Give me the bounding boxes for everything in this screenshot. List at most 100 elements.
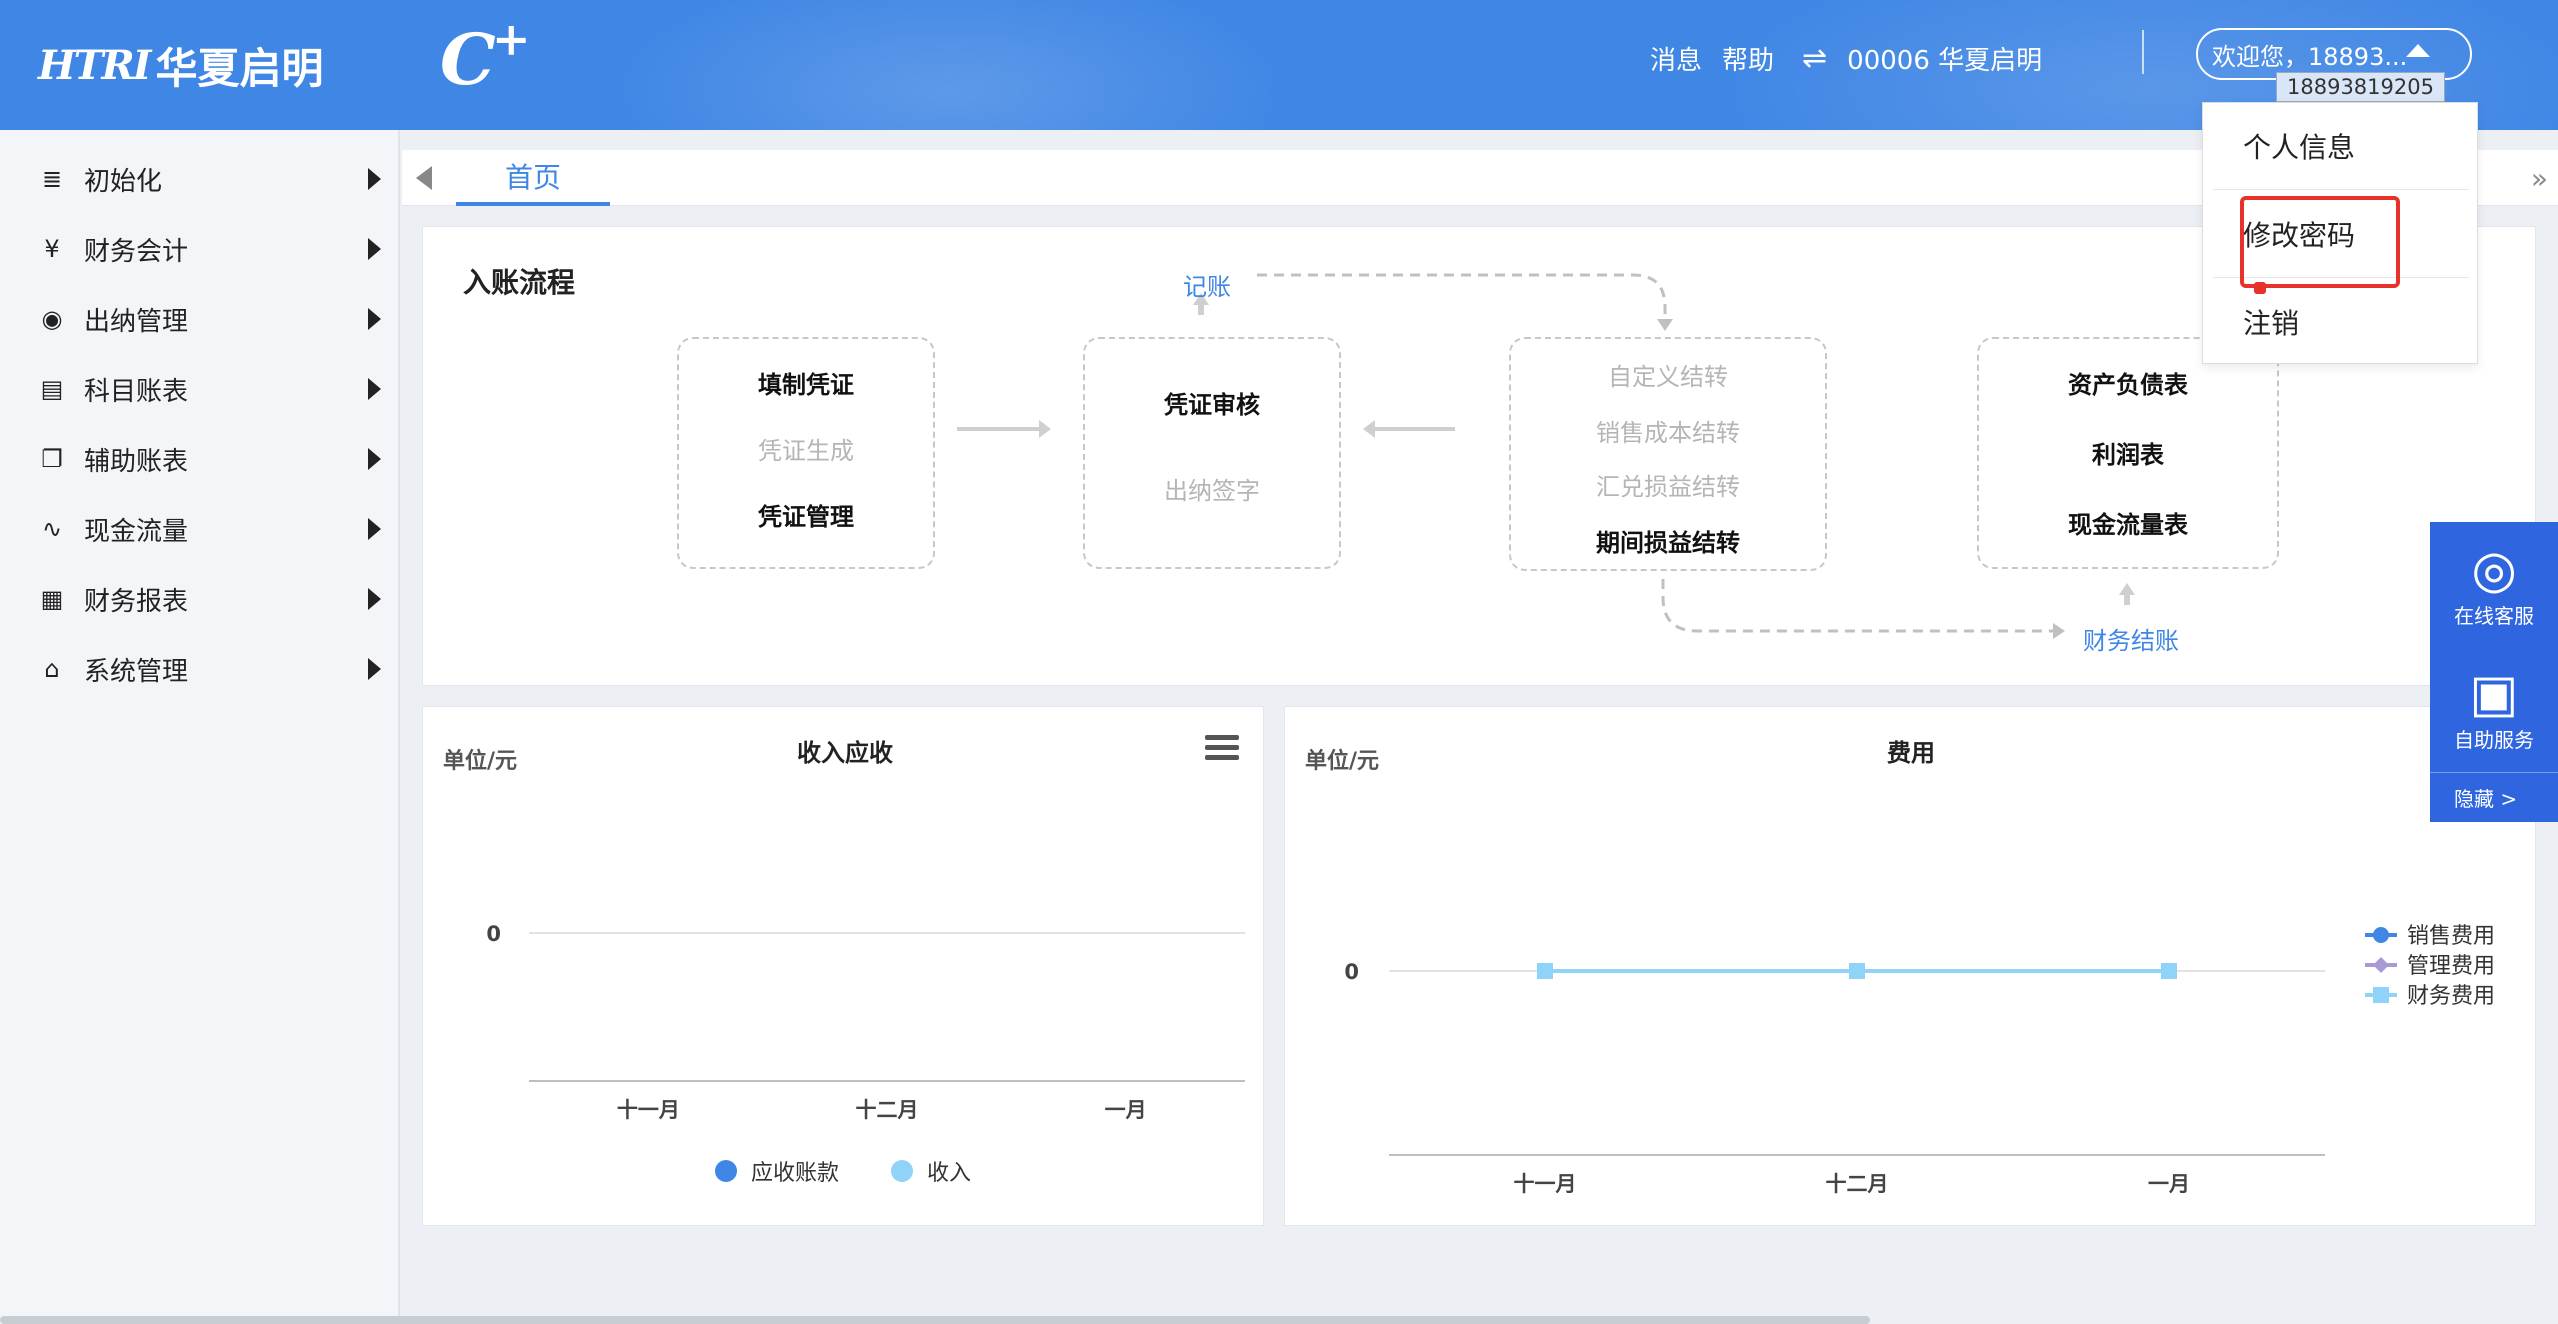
data-point[interactable] — [1849, 963, 1865, 979]
caret-right-icon — [368, 448, 381, 470]
x-tick-label: 十二月 — [856, 1098, 919, 1122]
sidebar-item-aux-ledgers[interactable]: ❐ 辅助账表 — [0, 424, 400, 494]
switch-account-icon[interactable]: ⇌ — [1802, 41, 1827, 76]
caret-up-icon — [2406, 44, 2430, 57]
logout-menu-item[interactable]: 注销 — [2203, 279, 2477, 365]
header-links: 消息 帮助 ⇌ 00006 华夏启明 — [1650, 40, 2062, 77]
header-divider — [2142, 30, 2144, 74]
sidebar-item-ledgers[interactable]: ▤ 科目账表 — [0, 354, 400, 424]
arrow-left-icon — [1363, 420, 1455, 438]
close-period-link[interactable]: 财务结账 — [2083, 621, 2179, 656]
sidebar-item-cashier[interactable]: ◉ 出纳管理 — [0, 284, 400, 354]
y-tick-label: 0 — [1344, 960, 1359, 984]
caret-right-icon — [368, 168, 381, 190]
caret-right-icon — [368, 658, 381, 680]
highlight-annotation — [2240, 196, 2400, 288]
sidebar-item-label: 财务会计 — [84, 236, 189, 267]
income-statement-link[interactable]: 利润表 — [1979, 435, 2277, 470]
sidebar-item-system[interactable]: ⌂ 系统管理 — [0, 634, 400, 704]
service-float-panel: ◎ 在线客服 ▣ 自助服务 隐藏 > — [2430, 522, 2558, 822]
header-decoration — [600, 0, 1300, 130]
cashier-sign-link[interactable]: 出纳签字 — [1085, 471, 1339, 506]
caret-right-icon — [368, 518, 381, 540]
legend-item-income[interactable]: 收入 — [891, 1155, 971, 1187]
cashier-icon: ◉ — [41, 305, 63, 333]
logo-mark: HTRI — [38, 41, 152, 89]
generate-voucher-link[interactable]: 凭证生成 — [679, 431, 933, 466]
x-tick-label: 一月 — [1105, 1098, 1147, 1122]
online-service-button[interactable]: ◎ 在线客服 — [2430, 540, 2558, 629]
sidebar-item-label: 科目账表 — [84, 376, 189, 407]
sidebar-item-label: 财务报表 — [84, 586, 189, 617]
copy-icon: ❐ — [41, 445, 63, 473]
document-icon: ▤ — [40, 375, 64, 403]
cashflow-statement-link[interactable]: 现金流量表 — [1979, 505, 2277, 540]
self-service-button[interactable]: ▣ 自助服务 — [2430, 664, 2558, 753]
sidebar-item-label: 现金流量 — [84, 516, 189, 547]
chart-plot-area: 0 十一月 十二月 一月 销售费用管理费用财务费用 — [1344, 924, 2495, 1196]
manage-voucher-link[interactable]: 凭证管理 — [679, 497, 933, 532]
reports-box: 资产负债表 利润表 现金流量表 — [1977, 337, 2279, 569]
tab-home[interactable]: 首页 — [456, 150, 610, 206]
caret-right-icon — [368, 588, 381, 610]
horizontal-scrollbar[interactable] — [0, 1316, 1870, 1324]
fill-voucher-link[interactable]: 填制凭证 — [679, 365, 933, 400]
data-point[interactable] — [2161, 963, 2177, 979]
sidebar-item-init[interactable]: ≣ 初始化 — [0, 144, 400, 214]
sales-cost-carryover-link[interactable]: 销售成本结转 — [1511, 413, 1825, 448]
voucher-review-box: 凭证审核 出纳签字 — [1083, 337, 1341, 569]
sidebar-item-label: 辅助账表 — [84, 446, 189, 477]
x-tick-label: 十二月 — [1826, 1172, 1889, 1196]
caret-right-icon — [368, 378, 381, 400]
legend-marker — [2373, 957, 2389, 973]
period-pl-carryover-link[interactable]: 期间损益结转 — [1511, 523, 1825, 558]
legend-label[interactable]: 财务费用 — [2407, 984, 2495, 1009]
brand-logo: HTRI 华夏启明 — [38, 30, 324, 100]
sidebar-item-accounting[interactable]: ¥ 财务会计 — [0, 214, 400, 284]
caret-right-icon — [368, 238, 381, 260]
carryover-box: 自定义结转 销售成本结转 汇兑损益结转 期间损益结转 — [1509, 337, 1827, 571]
x-tick-label: 十一月 — [617, 1098, 680, 1122]
review-voucher-link[interactable]: 凭证审核 — [1085, 385, 1339, 420]
calculator-icon: ▦ — [40, 585, 64, 613]
voucher-entry-box: 填制凭证 凭证生成 凭证管理 — [677, 337, 935, 569]
legend-label[interactable]: 管理费用 — [2407, 954, 2495, 979]
legend-dot — [891, 1160, 913, 1182]
hide-float-button[interactable]: 隐藏 > — [2430, 772, 2558, 822]
menu-divider — [2213, 189, 2469, 190]
yen-icon: ¥ — [44, 235, 60, 263]
sidebar-item-reports[interactable]: ▦ 财务报表 — [0, 564, 400, 634]
expense-chart-panel: 单位/元 费用 0 十一月 十二月 一月 销售费用 管理费用 财务费用 — [1284, 706, 2536, 1226]
messages-link[interactable]: 消息 — [1650, 40, 1702, 77]
flow-icon: ∿ — [41, 515, 63, 543]
tab-scroll-left-icon[interactable] — [416, 166, 432, 190]
legend-dot — [715, 1160, 737, 1182]
balance-sheet-link[interactable]: 资产负债表 — [1979, 365, 2277, 400]
monitor-icon: ▣ — [2469, 664, 2519, 724]
logo-name: 华夏启明 — [155, 43, 324, 93]
x-tick-label: 一月 — [2148, 1172, 2190, 1196]
legend-marker — [2373, 927, 2389, 943]
sidebar-item-cashflow[interactable]: ∿ 现金流量 — [0, 494, 400, 564]
fx-carryover-link[interactable]: 汇兑损益结转 — [1511, 467, 1825, 502]
legend-item-receivable[interactable]: 应收账款 — [715, 1155, 839, 1187]
home-icon: ⌂ — [44, 655, 60, 683]
income-receivable-chart-panel: 单位/元 收入应收 0 十一月 十二月 一月 应收账款 收入 — [422, 706, 1264, 1226]
caret-right-icon — [368, 308, 381, 330]
help-link[interactable]: 帮助 — [1722, 40, 1774, 77]
profile-menu-item[interactable]: 个人信息 — [2203, 103, 2477, 189]
custom-carryover-link[interactable]: 自定义结转 — [1511, 357, 1825, 392]
top-header: HTRI 华夏启明 C + 消息 帮助 ⇌ 00006 华夏启明 欢迎您，188… — [0, 0, 2558, 130]
arrow-right-icon — [957, 420, 1051, 438]
chart-plot-area: 0 十一月 十二月 一月 — [486, 922, 1245, 1122]
record-link[interactable]: 记账 — [1183, 267, 1231, 302]
tab-scroll-right-icon[interactable]: » — [2531, 162, 2548, 195]
headset-icon: ◎ — [2471, 540, 2517, 600]
cplus-logo: C + — [440, 12, 531, 101]
data-point[interactable] — [1537, 963, 1553, 979]
sidebar-item-label: 出纳管理 — [84, 306, 189, 337]
legend-label[interactable]: 销售费用 — [2407, 924, 2495, 949]
self-service-label: 自助服务 — [2454, 728, 2534, 752]
sidebar-item-label: 系统管理 — [84, 656, 189, 687]
sidebar: ≣ 初始化 ¥ 财务会计 ◉ 出纳管理 ▤ 科目账表 ❐ 辅助账表 ∿ 现金流量… — [0, 130, 400, 1324]
